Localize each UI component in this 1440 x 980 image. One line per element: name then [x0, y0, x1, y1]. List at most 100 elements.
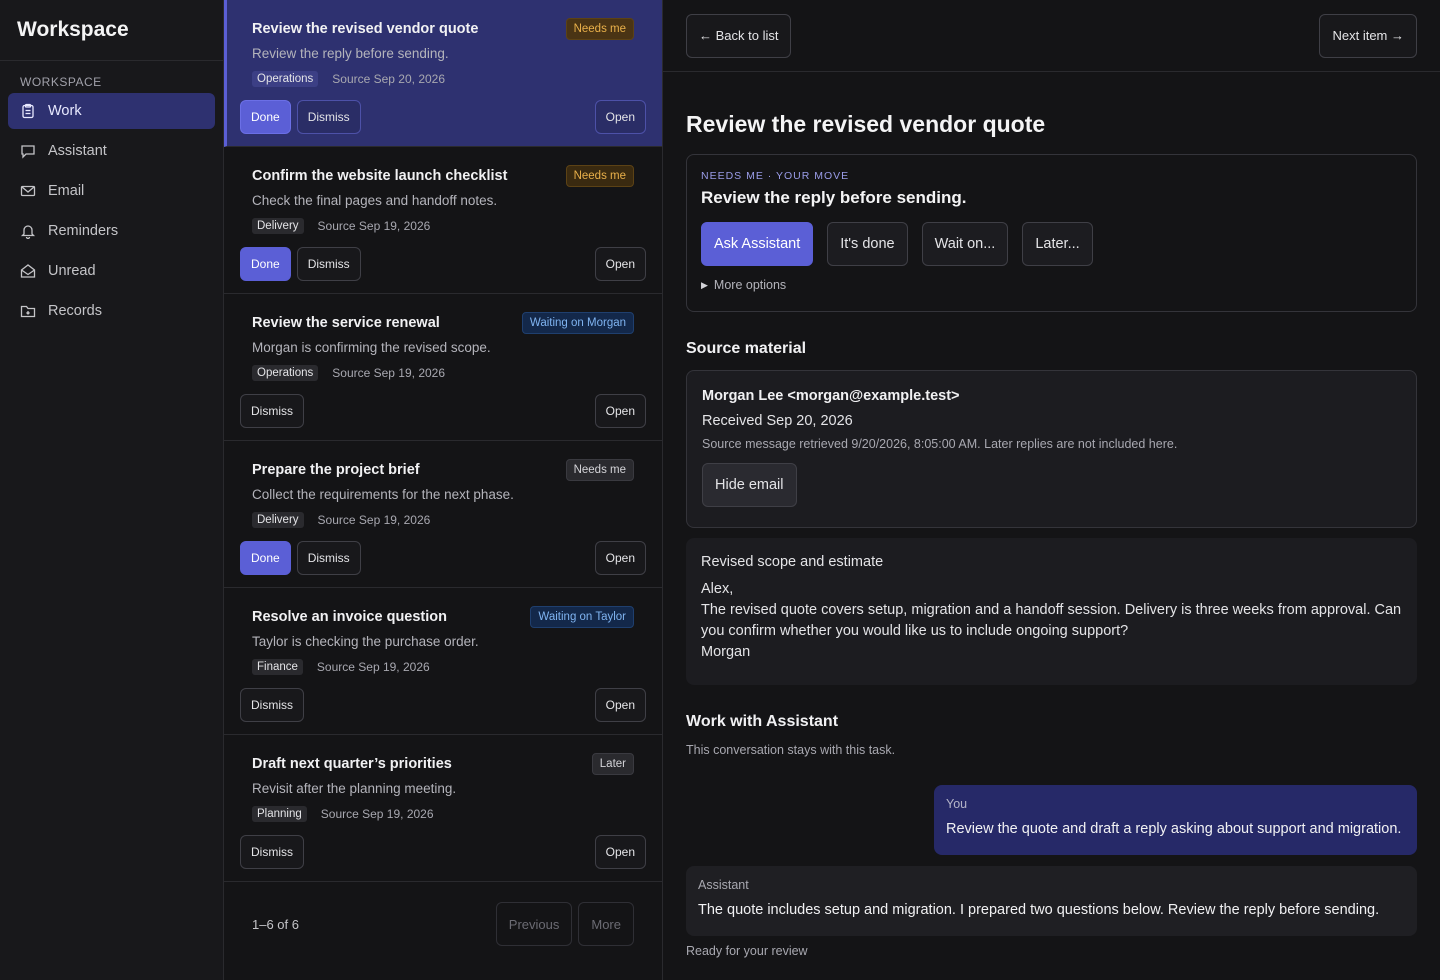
card-meta: Delivery Source Sep 19, 2026 — [252, 512, 430, 528]
sidebar-item-label: Reminders — [48, 223, 119, 239]
wait-on-button[interactable]: Wait on... — [921, 222, 1009, 266]
open-button[interactable]: Open — [594, 394, 646, 428]
more-options-toggle[interactable]: ▶ More options — [701, 278, 1402, 292]
move-kicker: NEEDS ME · YOUR MOVE — [701, 170, 850, 182]
sidebar-item-label: Email — [48, 183, 85, 199]
card-title: Prepare the project brief — [252, 462, 420, 478]
sidebar-item-label: Assistant — [48, 143, 107, 159]
source-date: Source Sep 19, 2026 — [317, 219, 431, 233]
email-line: The revised quote covers setup, migratio… — [701, 602, 1402, 639]
caret-right-icon: ▶ — [701, 279, 708, 290]
more-button[interactable]: More — [578, 902, 634, 946]
detail-pane: ← Back to list Next item → Review the re… — [663, 0, 1440, 980]
done-button[interactable]: Done — [240, 247, 291, 281]
email-received: Received Sep 20, 2026 — [702, 413, 853, 429]
later-button[interactable]: Later... — [1022, 222, 1093, 266]
card-title: Review the revised vendor quote — [252, 21, 479, 37]
work-list: Review the revised vendor quote Needs me… — [224, 0, 663, 980]
pagination: 1–6 of 6 Previous More — [224, 882, 662, 966]
card-summary: Review the reply before sending. — [252, 46, 449, 61]
source-date: Source Sep 19, 2026 — [316, 660, 430, 674]
email-text: Alex, The revised quote covers setup, mi… — [701, 579, 1402, 663]
list-item[interactable]: Resolve an invoice question Waiting on T… — [224, 588, 662, 735]
sidebar: Workspace WORKSPACE Work Assistant Email… — [0, 0, 224, 980]
list-item[interactable]: Review the revised vendor quote Needs me… — [224, 0, 662, 147]
more-options-label: More options — [713, 278, 787, 292]
page-title: Review the revised vendor quote — [686, 111, 1046, 137]
pagination-count: 1–6 of 6 — [252, 916, 299, 932]
dismiss-button[interactable]: Dismiss — [240, 835, 304, 869]
message-author: Assistant — [698, 878, 749, 892]
done-button[interactable]: Done — [240, 541, 291, 575]
source-email-card: Morgan Lee <morgan@example.test> Receive… — [686, 370, 1417, 528]
card-meta: Planning Source Sep 19, 2026 — [252, 806, 434, 822]
open-button[interactable]: Open — [594, 688, 646, 722]
sidebar-item-reminders[interactable]: Reminders — [8, 213, 215, 249]
sidebar-item-email[interactable]: Email — [8, 173, 215, 209]
card-title: Draft next quarter’s priorities — [252, 756, 452, 772]
open-button[interactable]: Open — [594, 100, 646, 134]
message-author: You — [946, 797, 968, 811]
its-done-button[interactable]: It's done — [827, 222, 908, 266]
card-summary: Collect the requirements for the next ph… — [252, 487, 514, 502]
status-badge: Later — [591, 753, 634, 775]
dismiss-button[interactable]: Dismiss — [296, 247, 361, 281]
dismiss-button[interactable]: Dismiss — [240, 394, 304, 428]
dismiss-button[interactable]: Dismiss — [296, 541, 361, 575]
source-date: Source Sep 19, 2026 — [320, 807, 434, 821]
email-subject: Revised scope and estimate — [701, 554, 884, 570]
email-sender: Morgan Lee <morgan@example.test> — [702, 388, 960, 404]
sidebar-item-work[interactable]: Work — [8, 93, 215, 129]
email-retrieval-note: Source message retrieved 9/20/2026, 8:05… — [702, 437, 1178, 451]
card-title: Confirm the website launch checklist — [252, 168, 508, 184]
open-button[interactable]: Open — [594, 835, 646, 869]
dismiss-button[interactable]: Dismiss — [240, 688, 304, 722]
sidebar-item-unread[interactable]: Unread — [8, 253, 215, 289]
source-material-heading: Source material — [686, 340, 807, 357]
hide-email-button[interactable]: Hide email — [702, 463, 797, 507]
email-body: Revised scope and estimate Alex, The rev… — [686, 538, 1417, 685]
card-actions: Done Dismiss Open — [240, 541, 646, 575]
folder-icon — [20, 303, 36, 319]
ask-assistant-button[interactable]: Ask Assistant — [701, 222, 814, 266]
work-with-assistant-heading: Work with Assistant — [686, 713, 839, 730]
assistant-message: Assistant The quote includes setup and m… — [686, 866, 1417, 936]
next-item-button[interactable]: Next item → — [1319, 13, 1417, 58]
category-tag: Delivery — [252, 512, 304, 528]
back-to-list-button[interactable]: ← Back to list — [686, 13, 792, 58]
done-button[interactable]: Done — [240, 100, 291, 134]
list-item[interactable]: Confirm the website launch checklist Nee… — [224, 147, 662, 294]
category-tag: Operations — [252, 365, 319, 381]
dismiss-button[interactable]: Dismiss — [296, 100, 361, 134]
nav-section: WORKSPACE Work Assistant Email Reminders… — [0, 61, 223, 347]
status-badge: Needs me — [565, 165, 634, 187]
card-summary: Check the final pages and handoff notes. — [252, 193, 498, 208]
review-status: Ready for your review — [686, 944, 808, 958]
chat-icon — [20, 143, 36, 159]
move-actions: Ask Assistant It's done Wait on... Later… — [701, 222, 1402, 266]
card-actions: Dismiss Open — [240, 688, 646, 722]
app-root: Workspace WORKSPACE Work Assistant Email… — [0, 0, 1440, 980]
email-line: Morgan — [701, 644, 751, 660]
user-message: You Review the quote and draft a reply a… — [934, 785, 1417, 855]
sidebar-item-assistant[interactable]: Assistant — [8, 133, 215, 169]
card-meta: Finance Source Sep 19, 2026 — [252, 659, 430, 675]
status-badge: Waiting on Morgan — [521, 312, 634, 334]
message-text: Review the quote and draft a reply askin… — [946, 821, 1402, 837]
source-date: Source Sep 20, 2026 — [332, 72, 446, 86]
list-item[interactable]: Review the service renewal Waiting on Mo… — [224, 294, 662, 441]
card-title: Resolve an invoice question — [252, 609, 447, 625]
clipboard-icon — [20, 103, 36, 119]
sidebar-item-records[interactable]: Records — [8, 293, 215, 329]
list-item[interactable]: Prepare the project brief Needs me Colle… — [224, 441, 662, 588]
open-button[interactable]: Open — [594, 247, 646, 281]
category-tag: Finance — [252, 659, 303, 675]
list-item[interactable]: Draft next quarter’s priorities Later Re… — [224, 735, 662, 882]
detail-body: Review the revised vendor quote NEEDS ME… — [663, 111, 1440, 958]
card-summary: Morgan is confirming the revised scope. — [252, 340, 491, 355]
category-tag: Delivery — [252, 218, 304, 234]
envelope-open-icon — [20, 263, 36, 279]
open-button[interactable]: Open — [594, 541, 646, 575]
brand-title: Workspace — [0, 0, 223, 61]
previous-button[interactable]: Previous — [495, 902, 573, 946]
